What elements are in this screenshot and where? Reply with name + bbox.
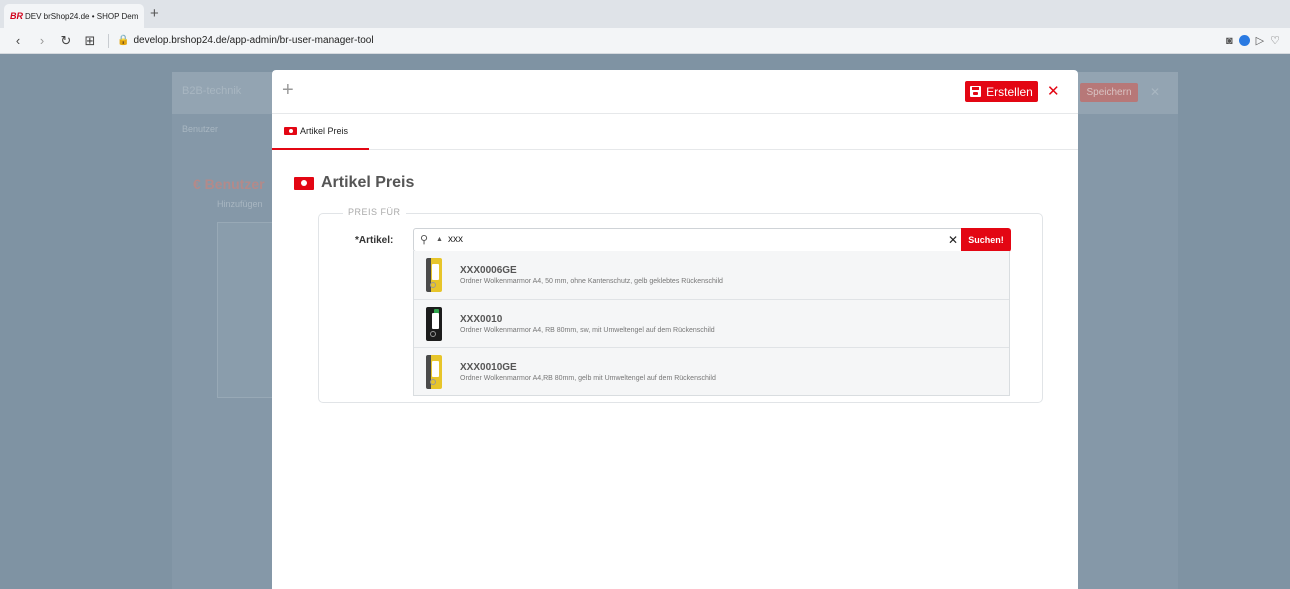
back-icon[interactable]: ‹ — [12, 33, 24, 48]
browser-tab-title: DEV brShop24.de • SHOP Dem — [25, 11, 139, 21]
tab-artikel-preis[interactable]: Artikel Preis — [272, 114, 369, 150]
fieldset-legend: PREIS FÜR — [343, 207, 406, 217]
search-results: XXX0006GE Ordner Wolkenmarmor A4, 50 mm,… — [413, 251, 1010, 396]
reload-icon[interactable]: ↻ — [60, 33, 72, 49]
create-button-label: Erstellen — [986, 84, 1033, 99]
binder-image — [414, 251, 454, 299]
heart-icon[interactable]: ♡ — [1270, 34, 1280, 47]
result-code: XXX0006GE — [460, 265, 517, 276]
clear-icon[interactable]: ✕ — [948, 233, 958, 247]
modal-dialog: + Erstellen ✕ Artikel Preis Artikel Prei… — [272, 70, 1078, 589]
result-item[interactable]: XXX0010 Ordner Wolkenmarmor A4, RB 80mm,… — [414, 299, 1009, 347]
background-close-icon: ✕ — [1150, 85, 1161, 99]
section-title: Artikel Preis — [294, 174, 414, 192]
br-logo-icon: BR — [10, 11, 23, 21]
result-description: Ordner Wolkenmarmor A4, RB 80mm, sw, mit… — [460, 326, 715, 334]
caret-up-icon[interactable]: ▲ — [436, 236, 443, 243]
search-icon: ⚲ — [420, 234, 429, 246]
binder-image — [414, 348, 454, 396]
result-code: XXX0010 — [460, 313, 503, 325]
modal-header: + Erstellen ✕ — [272, 70, 1078, 114]
close-icon[interactable]: ✕ — [1047, 82, 1060, 100]
money-icon — [294, 176, 314, 190]
section-title-text: Artikel Preis — [321, 174, 415, 191]
create-button[interactable]: Erstellen — [965, 81, 1038, 102]
url-text: develop.brshop24.de/app-admin/br-user-ma… — [133, 35, 374, 46]
forward-icon[interactable]: › — [36, 33, 48, 48]
modal-tabs: Artikel Preis — [272, 114, 1078, 150]
background-save-button: Speichern — [1080, 83, 1138, 102]
price-for-fieldset: PREIS FÜR *Artikel: ⚲ ▲ xxx ✕ Suchen! XX… — [318, 207, 1043, 403]
camera-icon[interactable]: ◙ — [1226, 35, 1233, 47]
money-icon — [284, 127, 297, 135]
tabs-grid-icon[interactable]: ⊞ — [84, 33, 96, 49]
address-bar: ‹ › ↻ ⊞ 🔒 develop.brshop24.de/app-admin/b… — [0, 28, 1290, 54]
result-code: XXX0010GE — [460, 361, 517, 373]
binder-image — [414, 300, 454, 348]
send-icon[interactable]: ▷ — [1256, 34, 1264, 47]
article-search-input[interactable]: ⚲ ▲ xxx ✕ Suchen! — [413, 228, 1011, 252]
background-tab: Benutzer — [182, 124, 219, 134]
plus-icon[interactable]: + — [282, 79, 294, 102]
divider — [108, 33, 109, 48]
result-description: Ordner Wolkenmarmor A4, 50 mm, ohne Kant… — [460, 278, 723, 285]
save-icon — [970, 86, 982, 97]
new-tab-button[interactable]: + — [150, 5, 159, 22]
result-item[interactable]: XXX0006GE Ordner Wolkenmarmor A4, 50 mm,… — [414, 251, 1009, 299]
background-header-title: B2B-technik — [182, 85, 242, 97]
result-description: Ordner Wolkenmarmor A4,RB 80mm, gelb mit… — [460, 374, 716, 382]
background-panel — [217, 222, 277, 398]
search-value: xxx — [448, 234, 463, 245]
url-field[interactable]: 🔒 develop.brshop24.de/app-admin/br-user-m… — [117, 35, 374, 46]
tab-label: Artikel Preis — [300, 126, 349, 136]
browser-tab-bar: BR DEV brShop24.de • SHOP Dem + — [0, 0, 1290, 28]
article-label: *Artikel: — [355, 235, 394, 246]
background-section-title: € Benutzer — [193, 176, 265, 192]
search-button[interactable]: Suchen! — [961, 228, 1011, 252]
browser-tab[interactable]: BR DEV brShop24.de • SHOP Dem — [4, 4, 144, 28]
result-item[interactable]: XXX0010GE Ordner Wolkenmarmor A4,RB 80mm… — [414, 347, 1009, 395]
background-subtitle: Hinzufügen — [217, 199, 263, 209]
lock-icon: 🔒 — [117, 35, 130, 46]
shield-icon[interactable] — [1238, 35, 1250, 46]
browser-indicators: ◙ ▷ ♡ — [1226, 34, 1280, 48]
